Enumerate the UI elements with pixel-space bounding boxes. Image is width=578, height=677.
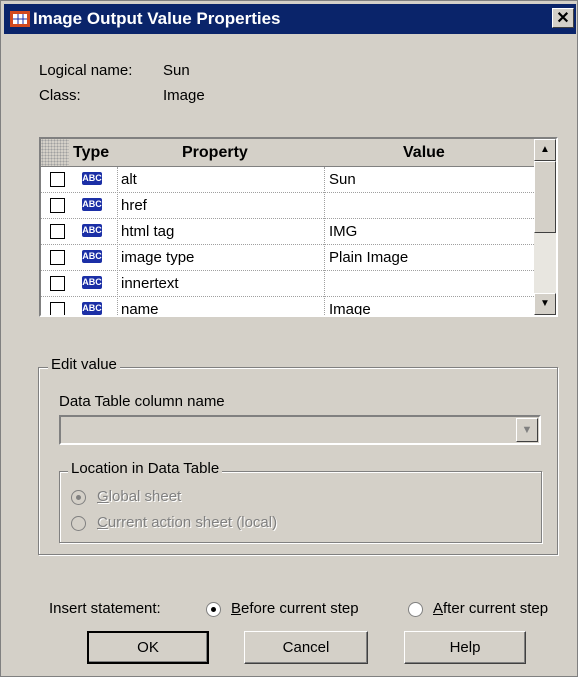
table-row[interactable]: ABC html tag IMG xyxy=(41,219,534,245)
scroll-up-button[interactable]: ▲ xyxy=(534,139,556,161)
grid-corner-cell xyxy=(41,139,69,166)
row-property: href xyxy=(121,197,147,214)
table-row[interactable]: ABC alt Sun xyxy=(41,167,534,193)
after-current-step-label[interactable]: After current step xyxy=(433,600,548,617)
window-title: Image Output Value Properties xyxy=(33,9,281,28)
row-checkbox[interactable] xyxy=(50,250,65,265)
combo-dropdown-button[interactable]: ▼ xyxy=(516,418,538,442)
insert-statement-label: Insert statement: xyxy=(49,600,161,617)
dialog-window: Image Output Value Properties ✕ Logical … xyxy=(0,0,578,677)
abc-type-icon: ABC xyxy=(82,198,102,211)
arrow-up-icon: ▲ xyxy=(540,144,550,155)
location-title: Location in Data Table xyxy=(68,460,223,477)
location-group xyxy=(59,471,542,543)
class-value: Image xyxy=(163,87,205,104)
help-button[interactable]: Help xyxy=(404,631,526,664)
scroll-thumb[interactable] xyxy=(534,161,556,233)
ok-button[interactable]: OK xyxy=(87,631,209,664)
data-table-column-combo[interactable]: ▼ xyxy=(59,415,541,445)
row-checkbox[interactable] xyxy=(50,198,65,213)
before-current-step-label[interactable]: Before current step xyxy=(231,600,359,617)
header-value[interactable]: Value xyxy=(403,144,445,162)
row-checkbox[interactable] xyxy=(50,224,65,239)
grid-header: Type Property Value xyxy=(41,139,534,167)
abc-type-icon: ABC xyxy=(82,224,102,237)
abc-type-icon: ABC xyxy=(82,276,102,289)
row-value: IMG xyxy=(329,223,358,240)
table-row[interactable]: ABC href xyxy=(41,193,534,219)
title-bar: Image Output Value Properties ✕ xyxy=(4,4,576,34)
chevron-down-icon: ▼ xyxy=(521,424,533,436)
global-sheet-radio[interactable] xyxy=(71,490,86,505)
abc-type-icon: ABC xyxy=(82,302,102,315)
header-type[interactable]: Type xyxy=(73,144,109,162)
before-current-step-radio[interactable] xyxy=(206,602,221,617)
table-row[interactable]: ABC image type Plain Image xyxy=(41,245,534,271)
column-divider xyxy=(324,167,325,315)
close-button[interactable]: ✕ xyxy=(552,8,574,28)
abc-type-icon: ABC xyxy=(82,250,102,263)
table-row[interactable]: ABC name Image xyxy=(41,297,534,317)
after-current-step-radio[interactable] xyxy=(408,602,423,617)
row-value: Sun xyxy=(329,171,356,188)
row-value: Image xyxy=(329,301,371,317)
grid-vertical-scrollbar[interactable]: ▲ ▼ xyxy=(534,139,556,315)
abc-type-icon: ABC xyxy=(82,172,102,185)
row-property: alt xyxy=(121,171,137,188)
logical-name-value: Sun xyxy=(163,62,190,79)
data-table-column-label: Data Table column name xyxy=(59,393,225,410)
current-action-sheet-label: Current action sheet (local) xyxy=(97,514,278,531)
app-icon xyxy=(10,11,30,27)
table-row[interactable]: ABC innertext xyxy=(41,271,534,297)
global-sheet-label: Global sheet xyxy=(97,488,182,505)
row-checkbox[interactable] xyxy=(50,276,65,291)
logical-name-label: Logical name: xyxy=(39,62,133,79)
current-action-sheet-radio[interactable] xyxy=(71,516,86,531)
arrow-down-icon: ▼ xyxy=(540,298,550,309)
row-value: Plain Image xyxy=(329,249,409,266)
column-divider xyxy=(117,167,118,315)
scroll-down-button[interactable]: ▼ xyxy=(534,293,556,315)
edit-value-title: Edit value xyxy=(48,356,120,373)
row-property: html tag xyxy=(121,223,175,240)
row-checkbox[interactable] xyxy=(50,172,65,187)
close-icon: ✕ xyxy=(556,10,570,27)
cancel-button[interactable]: Cancel xyxy=(244,631,368,664)
class-label: Class: xyxy=(39,87,81,104)
properties-grid[interactable]: Type Property Value ABC alt Sun ABC href… xyxy=(39,137,558,317)
row-property: name xyxy=(121,301,159,317)
row-property: image type xyxy=(121,249,195,266)
row-property: innertext xyxy=(121,275,179,292)
row-checkbox[interactable] xyxy=(50,302,65,315)
header-property[interactable]: Property xyxy=(182,144,248,162)
